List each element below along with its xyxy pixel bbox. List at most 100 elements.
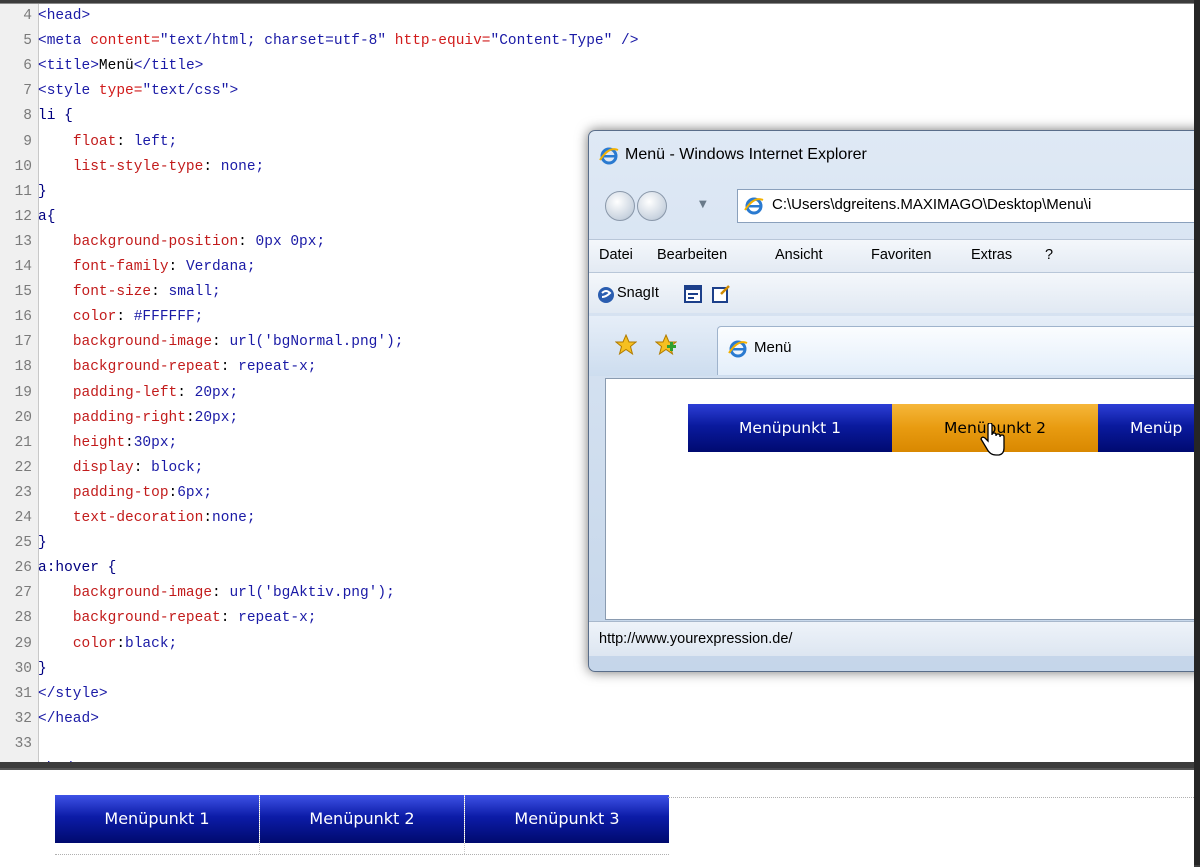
status-url: http://www.yourexpression.de/	[599, 631, 793, 647]
code-token: 20px;	[194, 409, 239, 426]
line-number: 4	[23, 8, 32, 24]
ie-tab-icon	[728, 340, 748, 358]
code-token: 0px 0px;	[255, 233, 326, 250]
code-token: a:hover {	[38, 560, 117, 577]
code-token: :	[185, 409, 195, 426]
code-token: }	[38, 535, 47, 552]
tab-menue[interactable]: Menü	[717, 326, 1200, 375]
code-token: }	[38, 660, 47, 677]
line-number: 16	[14, 309, 32, 326]
code-token: :	[220, 359, 239, 376]
line-number: 21	[14, 434, 32, 451]
line-number: 28	[14, 610, 32, 627]
design-guide-line	[668, 797, 1194, 798]
ie-page-icon	[744, 197, 764, 215]
code-token: font-size	[72, 284, 152, 301]
code-token: url('bgNormal.png');	[229, 334, 404, 351]
snagit-icon[interactable]	[597, 286, 615, 304]
code-token: 30px;	[133, 434, 178, 451]
line-number: 10	[14, 158, 32, 175]
code-token: background-repeat	[72, 610, 221, 627]
menu-help[interactable]: ?	[1045, 247, 1053, 263]
design-menu-item-3[interactable]: Menüpunkt 3	[465, 795, 669, 843]
line-number: 31	[14, 685, 32, 702]
line-number: 8	[23, 108, 32, 125]
code-token: padding-top	[72, 484, 169, 501]
code-token: color	[72, 309, 117, 326]
code-line: 4 <head>	[0, 4, 1190, 28]
code-line: 8 li {	[0, 104, 1190, 128]
code-line: 33	[0, 732, 1190, 756]
menu-bearbeiten[interactable]: Bearbeiten	[657, 247, 727, 263]
code-token: </title>	[133, 58, 204, 75]
code-token: :	[168, 484, 178, 501]
code-token: background-image	[72, 334, 213, 351]
address-text[interactable]: C:\Users\dgreitens.MAXIMAGO\Desktop\Menu…	[772, 196, 1091, 213]
page-menu-item-1[interactable]: Menüpunkt 1	[688, 404, 892, 452]
line-number: 6	[23, 58, 32, 75]
code-token: Menü	[98, 58, 134, 75]
code-token: :	[177, 384, 195, 401]
code-token: :	[203, 510, 213, 526]
code-line: 6 <title>Menü</title>	[0, 54, 1190, 78]
code-token: background-image	[72, 585, 213, 602]
edit-capture-icon[interactable]	[711, 284, 731, 304]
design-guide-line	[55, 854, 669, 855]
menu-extras[interactable]: Extras	[971, 247, 1012, 263]
code-token: float	[72, 133, 117, 150]
code-token: <body>	[38, 761, 90, 762]
code-token: :	[220, 610, 239, 627]
line-number: 17	[14, 334, 32, 351]
tab-row: Menü	[589, 316, 1200, 376]
code-token: :	[116, 635, 126, 652]
code-token: :	[212, 334, 230, 351]
code-token: none;	[220, 158, 265, 175]
history-dropdown-icon[interactable]: ▼	[699, 199, 707, 210]
menu-datei[interactable]: Datei	[599, 247, 633, 263]
design-menu-item-1[interactable]: Menüpunkt 1	[55, 795, 259, 843]
line-number: 33	[14, 735, 32, 752]
line-number: 5	[23, 33, 32, 50]
code-token: }	[38, 183, 47, 200]
add-favorite-icon[interactable]	[655, 334, 677, 356]
favorites-star-icon[interactable]	[615, 334, 637, 356]
code-token: />	[621, 33, 639, 50]
line-number: 20	[14, 409, 32, 426]
code-token: :	[116, 309, 134, 326]
code-token: display	[72, 459, 134, 476]
code-line: 31 </style>	[0, 682, 1190, 706]
browser-window[interactable]: Menü - Windows Internet Explorer ▼ C:\Us…	[588, 130, 1200, 672]
code-token: </style>	[38, 685, 108, 702]
code-line: 7 <style type="text/css">	[0, 79, 1190, 103]
menu-ansicht[interactable]: Ansicht	[775, 247, 823, 263]
capture-window-icon[interactable]	[683, 284, 703, 304]
window-title: Menü - Windows Internet Explorer	[625, 146, 867, 163]
line-number: 13	[14, 233, 32, 250]
design-menu-item-2[interactable]: Menüpunkt 2	[260, 795, 464, 843]
forward-button[interactable]	[637, 191, 667, 221]
code-token: repeat-x;	[238, 610, 317, 627]
menu-favoriten[interactable]: Favoriten	[871, 247, 931, 263]
back-button[interactable]	[605, 191, 635, 221]
code-token: >	[229, 83, 239, 100]
code-token: list-style-type	[72, 158, 204, 175]
line-number: 27	[14, 585, 32, 602]
design-view[interactable]: Menüpunkt 1 Menüpunkt 2 Menüpunkt 3	[0, 768, 1194, 867]
address-bar[interactable]: C:\Users\dgreitens.MAXIMAGO\Desktop\Menu…	[737, 189, 1200, 223]
code-token: :	[116, 133, 134, 150]
code-token: http-equiv=	[394, 33, 491, 50]
snagit-label[interactable]: SnagIt	[617, 285, 659, 301]
code-token: padding-right	[72, 409, 186, 426]
code-token: url('bgAktiv.png');	[229, 585, 395, 602]
page-menu-item-3[interactable]: Menüp	[1098, 404, 1200, 452]
